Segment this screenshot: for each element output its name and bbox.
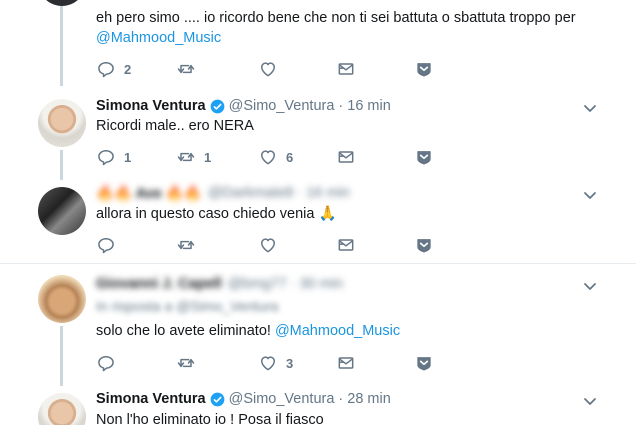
chevron-badge-icon — [414, 59, 434, 79]
like-count: 6 — [286, 149, 294, 165]
chevron-down-icon[interactable] — [582, 187, 598, 203]
timestamp[interactable]: 30 min — [300, 276, 344, 292]
avatar[interactable] — [38, 275, 86, 323]
heart-icon — [258, 147, 278, 167]
tweet-actions: 2 — [96, 59, 546, 79]
retweet-button[interactable] — [176, 235, 196, 255]
reply-to-label[interactable]: In risposta a @Simo_Ventura — [96, 298, 278, 314]
tweet-text: Ricordi male.. ero NERA — [96, 118, 254, 134]
like-button[interactable] — [258, 235, 278, 255]
heart-icon — [258, 235, 278, 255]
mention-link[interactable]: @Mahmood_Music — [275, 323, 400, 339]
tweet-text: eh pero simo .... io ricordo bene che no… — [96, 10, 576, 26]
timestamp[interactable]: 16 min — [347, 98, 391, 114]
like-button[interactable]: 3 — [258, 353, 293, 373]
retweet-icon — [176, 235, 196, 255]
retweet-icon — [176, 353, 196, 373]
mention-link[interactable]: @Mahmood_Music — [96, 30, 221, 46]
thread-line — [60, 6, 63, 86]
retweet-button[interactable] — [176, 59, 196, 79]
tweet-actions: 3 — [96, 353, 546, 373]
chevron-down-icon[interactable] — [582, 278, 598, 294]
user-name[interactable]: Giovanni J. Capell — [96, 276, 222, 292]
separator-dot: · — [338, 391, 344, 407]
thread-line — [60, 326, 63, 386]
chevron-badge-icon — [414, 235, 434, 255]
tweet-header: Simona Ventura @Simo_Ventura · 28 min — [96, 389, 391, 409]
separator-dot: · — [338, 98, 344, 114]
envelope-icon — [336, 235, 356, 255]
tweet-text-line-2: @Mahmood_Music — [96, 28, 221, 48]
share-button[interactable] — [414, 59, 434, 79]
timestamp[interactable]: 28 min — [347, 391, 391, 407]
retweet-icon — [176, 59, 196, 79]
reply-icon — [96, 59, 116, 79]
tweet-header: 🔥🔥 Ave 🔥🔥 @Darkmate8 · 16 min — [96, 183, 350, 203]
user-name[interactable]: 🔥🔥 Ave 🔥🔥 — [96, 185, 202, 202]
chevron-badge-icon — [414, 353, 434, 373]
user-handle[interactable]: @Simo_Ventura — [229, 391, 335, 407]
separator-dot: · — [290, 276, 296, 292]
reply-icon — [96, 147, 116, 167]
envelope-icon — [336, 353, 356, 373]
direct-message-button[interactable] — [336, 353, 356, 373]
chevron-down-icon[interactable] — [582, 393, 598, 409]
verified-badge-icon — [210, 99, 225, 114]
verified-badge-icon — [210, 392, 225, 407]
reply-icon — [96, 235, 116, 255]
reply-button[interactable]: 1 — [96, 147, 131, 167]
reply-icon — [96, 353, 116, 373]
tweet-text: Non l'ho eliminato io ! Posa il fiasco — [96, 412, 324, 425]
tweet-actions: 1 1 6 — [96, 147, 546, 167]
user-handle[interactable]: @bmg77 — [228, 276, 287, 292]
reply-button[interactable] — [96, 353, 116, 373]
reply-button[interactable] — [96, 235, 116, 255]
timestamp[interactable]: 16 min — [306, 185, 350, 201]
tweet-header: Simona Ventura @Simo_Ventura · 16 min — [96, 96, 391, 116]
retweet-count: 1 — [204, 149, 212, 165]
chevron-badge-icon — [414, 147, 434, 167]
avatar[interactable] — [38, 393, 86, 425]
tweet-text: allora in questo caso chiedo venia 🙏 — [96, 206, 337, 222]
retweet-icon — [176, 147, 196, 167]
chevron-down-icon[interactable] — [582, 100, 598, 116]
like-button[interactable]: 6 — [258, 147, 293, 167]
separator-dot: · — [297, 185, 303, 201]
reply-count: 1 — [124, 149, 132, 165]
thread-line — [60, 150, 63, 180]
like-count: 3 — [286, 355, 294, 371]
reply-button[interactable]: 2 — [96, 59, 131, 79]
share-button[interactable] — [414, 147, 434, 167]
reply-count: 2 — [124, 61, 132, 77]
direct-message-button[interactable] — [336, 235, 356, 255]
envelope-icon — [336, 147, 356, 167]
share-button[interactable] — [414, 353, 434, 373]
heart-icon — [258, 59, 278, 79]
tweet-text: solo che lo avete eliminato! @Mahmood_Mu… — [96, 323, 401, 339]
tweet-header: Giovanni J. Capell @bmg77 · 30 min — [96, 274, 343, 294]
user-handle[interactable]: @Simo_Ventura — [229, 98, 335, 114]
like-button[interactable] — [258, 59, 278, 79]
direct-message-button[interactable] — [336, 147, 356, 167]
tweet-actions — [96, 235, 546, 255]
user-name[interactable]: Simona Ventura — [96, 98, 206, 114]
retweet-button[interactable]: 1 — [176, 147, 211, 167]
retweet-button[interactable] — [176, 353, 196, 373]
share-button[interactable] — [414, 235, 434, 255]
conversation-divider — [0, 263, 636, 264]
user-handle[interactable]: @Darkmate8 — [208, 185, 294, 201]
heart-icon — [258, 353, 278, 373]
direct-message-button[interactable] — [336, 59, 356, 79]
avatar[interactable] — [38, 187, 86, 235]
avatar[interactable] — [38, 99, 86, 147]
envelope-icon — [336, 59, 356, 79]
user-name[interactable]: Simona Ventura — [96, 391, 206, 407]
